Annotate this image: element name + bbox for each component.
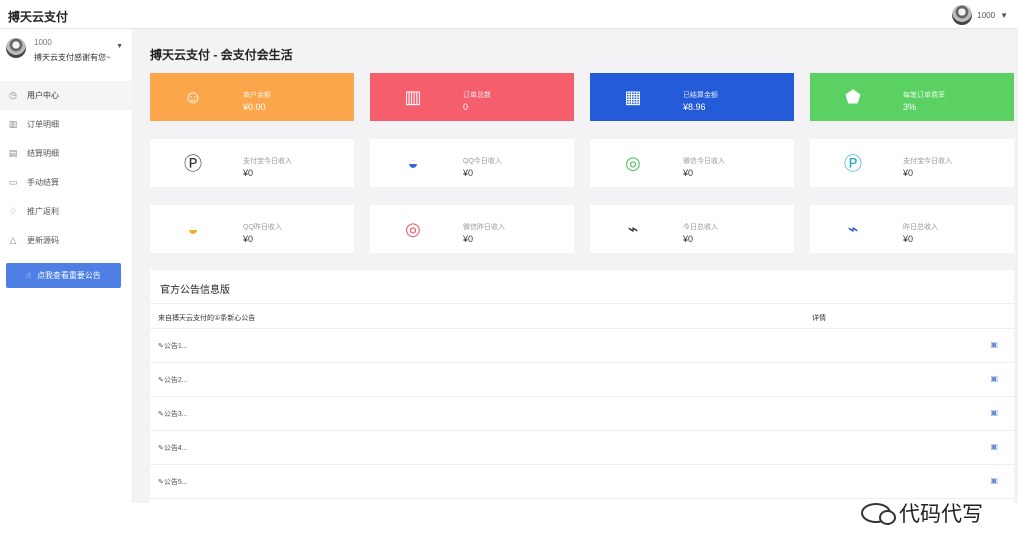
chevron-down-icon: ▼ [1000, 10, 1008, 20]
page-title: 搏天云支付 - 会支付会生活 [150, 48, 293, 62]
details-icon[interactable]: ▣ [990, 408, 998, 417]
area-chart-icon: ⌁ [627, 218, 639, 239]
sidebar-user-id: 1000 [34, 38, 52, 47]
income-card-total-today[interactable]: ⌁ 今日总收入 ¥0 [590, 205, 794, 253]
sidebar-item-label: 手动结算 [27, 178, 59, 187]
details-icon[interactable]: ▣ [990, 442, 998, 451]
avatar[interactable] [952, 5, 973, 25]
sidebar-item-orders[interactable]: ▥ 订单明细 [0, 110, 133, 139]
paypal-icon: Ⓟ [184, 154, 202, 174]
income-card-alipay-today[interactable]: Ⓟ 支付宝今日收入 ¥0 [150, 139, 354, 187]
notice-row[interactable]: ✎公告3... ▣ [150, 397, 1014, 431]
details-icon[interactable]: ▣ [990, 340, 998, 349]
top-navbar: 搏天云支付 1000 ▼ [0, 0, 1018, 29]
area-chart-icon: ⌁ [847, 218, 859, 239]
wallet-icon: ▭ [8, 177, 18, 187]
stat-card-balance[interactable]: ☺ 商户余额 ¥0.00 [150, 73, 354, 121]
smile-icon: ☺ [183, 86, 203, 107]
main-content: 搏天云支付 - 会支付会生活 ☺ 商户余额 ¥0.00 ▥ 订单总数 0 ▦ 已… [133, 29, 1018, 503]
stat-card-fee-rate[interactable]: ⬟ 每笔订单费率 3% [810, 73, 1014, 121]
sidebar-item-settlements[interactable]: ▤ 结算明细 [0, 139, 133, 168]
qq-icon: ◒ [187, 218, 199, 239]
sidebar-item-manual-settlement[interactable]: ▭ 手动结算 [0, 168, 133, 197]
notice-panel-title: 官方公告信息版 [160, 285, 230, 296]
notice-column-details: 详情 [812, 315, 826, 322]
wechat-icon: ◎ [625, 152, 641, 173]
important-notice-button[interactable]: ☝ 点我查看重要公告 [6, 263, 121, 288]
lightbulb-icon: ♢ [8, 206, 18, 216]
hand-pointer-icon: ☝ [26, 271, 31, 280]
watermark: 代码代写 [861, 498, 983, 528]
sidebar: 1000 搏天云支付感谢有您~ ▼ ◷ 用户中心 ▥ 订单明细 ▤ 结算明细 ▭ 手动结… [0, 29, 133, 503]
notice-row[interactable]: ✎公告2... ▣ [150, 363, 1014, 397]
paypal-icon: Ⓟ [844, 154, 862, 174]
sidebar-item-update-source[interactable]: △ 更新源码 [0, 226, 133, 255]
stat-card-settled-amount[interactable]: ▦ 已结算金额 ¥8.96 [590, 73, 794, 121]
sidebar-item-referral[interactable]: ♢ 推广返利 [0, 197, 133, 226]
sidebar-item-label: 结算明细 [27, 149, 59, 158]
notice-row[interactable]: ✎公告1... ▣ [150, 329, 1014, 363]
bar-chart-icon: ▥ [8, 119, 18, 129]
notice-panel: 官方公告信息版 来自搏天云支付的①条新心公告 详情 ✎公告1... ▣ ✎公告2.… [150, 270, 1014, 503]
chat-bubbles-icon [861, 503, 896, 525]
income-card-wechat-yesterday[interactable]: ◎ 微信昨日收入 ¥0 [370, 205, 574, 253]
notice-row[interactable]: ✎公告4... ▣ [150, 431, 1014, 465]
brand-title[interactable]: 搏天云支付 [8, 8, 68, 25]
document-icon: ▤ [8, 148, 18, 158]
notice-column-source: 来自搏天云支付的①条新心公告 [158, 315, 256, 322]
sidebar-nav: ◷ 用户中心 ▥ 订单明细 ▤ 结算明细 ▭ 手动结算 ♢ 推广返利 △ 更新源码 [0, 81, 133, 255]
top-user-id[interactable]: 1000 [977, 11, 995, 20]
bell-icon: △ [9, 235, 17, 245]
avatar [6, 38, 26, 58]
top-user-menu[interactable]: 1000 ▼ [952, 5, 1008, 25]
income-card-wechat-today[interactable]: ◎ 微信今日收入 ¥0 [590, 139, 794, 187]
income-card-alipay-today-second[interactable]: Ⓟ 支付宝今日收入 ¥0 [810, 139, 1014, 187]
qq-icon: ◒ [407, 152, 419, 173]
income-card-qq-yesterday[interactable]: ◒ QQ昨日收入 ¥0 [150, 205, 354, 253]
html5-icon: ⬟ [845, 86, 861, 107]
chevron-down-icon[interactable]: ▼ [116, 43, 123, 50]
details-icon[interactable]: ▣ [990, 374, 998, 383]
sidebar-item-label: 用户中心 [27, 91, 59, 100]
sidebar-item-label: 订单明细 [27, 120, 59, 129]
notice-table-header: 来自搏天云支付的①条新心公告 详情 [150, 303, 1014, 329]
calculator-icon: ▦ [624, 86, 642, 107]
stat-card-order-count[interactable]: ▥ 订单总数 0 [370, 73, 574, 121]
sidebar-item-user-center[interactable]: ◷ 用户中心 [0, 81, 133, 110]
sidebar-user[interactable]: 1000 搏天云支付感谢有您~ ▼ [6, 37, 128, 69]
income-card-qq-today[interactable]: ◒ QQ今日收入 ¥0 [370, 139, 574, 187]
notice-row[interactable]: ✎公告5... ▣ [150, 465, 1014, 499]
bar-chart-icon: ▥ [404, 86, 422, 107]
income-card-total-yesterday[interactable]: ⌁ 昨日总收入 ¥0 [810, 205, 1014, 253]
sidebar-user-motto: 搏天云支付感谢有您~ [34, 53, 111, 62]
wechat-icon: ◎ [405, 218, 421, 239]
details-icon[interactable]: ▣ [990, 476, 998, 485]
sidebar-item-label: 更新源码 [27, 236, 59, 245]
sidebar-item-label: 推广返利 [27, 207, 59, 216]
clock-icon: ◷ [9, 90, 17, 100]
